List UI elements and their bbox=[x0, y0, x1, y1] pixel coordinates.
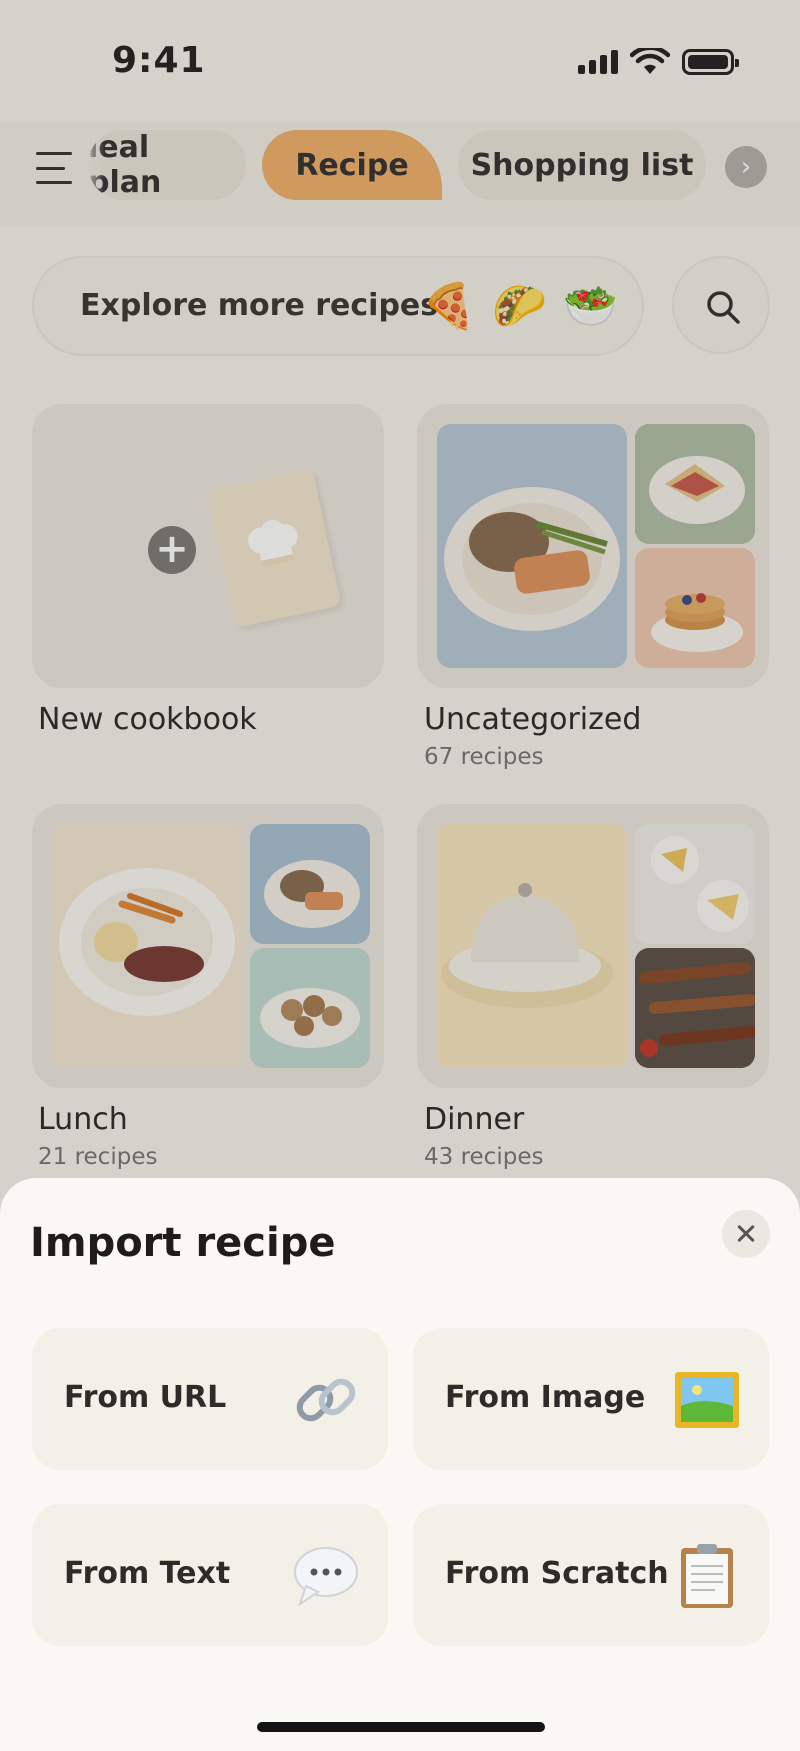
option-label: From Scratch bbox=[445, 1556, 669, 1591]
recipe-screen: 9:41 leal plan Recipe Shopping list › Ex… bbox=[0, 0, 800, 1751]
option-label: From URL bbox=[64, 1380, 227, 1415]
import-recipe-sheet: Import recipe From URL From Image From T… bbox=[0, 1178, 800, 1751]
home-indicator[interactable] bbox=[257, 1722, 545, 1732]
from-image-button[interactable]: From Image bbox=[413, 1328, 769, 1470]
option-label: From Text bbox=[64, 1556, 231, 1591]
close-icon[interactable] bbox=[722, 1210, 770, 1258]
sheet-title: Import recipe bbox=[30, 1220, 336, 1266]
from-scratch-button[interactable]: From Scratch bbox=[413, 1504, 769, 1646]
clipboard-icon bbox=[681, 1544, 733, 1608]
from-text-button[interactable]: From Text bbox=[32, 1504, 388, 1646]
option-label: From Image bbox=[445, 1380, 646, 1415]
speech-bubble-icon bbox=[294, 1547, 358, 1607]
picture-frame-icon bbox=[675, 1372, 739, 1428]
from-url-button[interactable]: From URL bbox=[32, 1328, 388, 1470]
link-icon bbox=[296, 1378, 356, 1422]
